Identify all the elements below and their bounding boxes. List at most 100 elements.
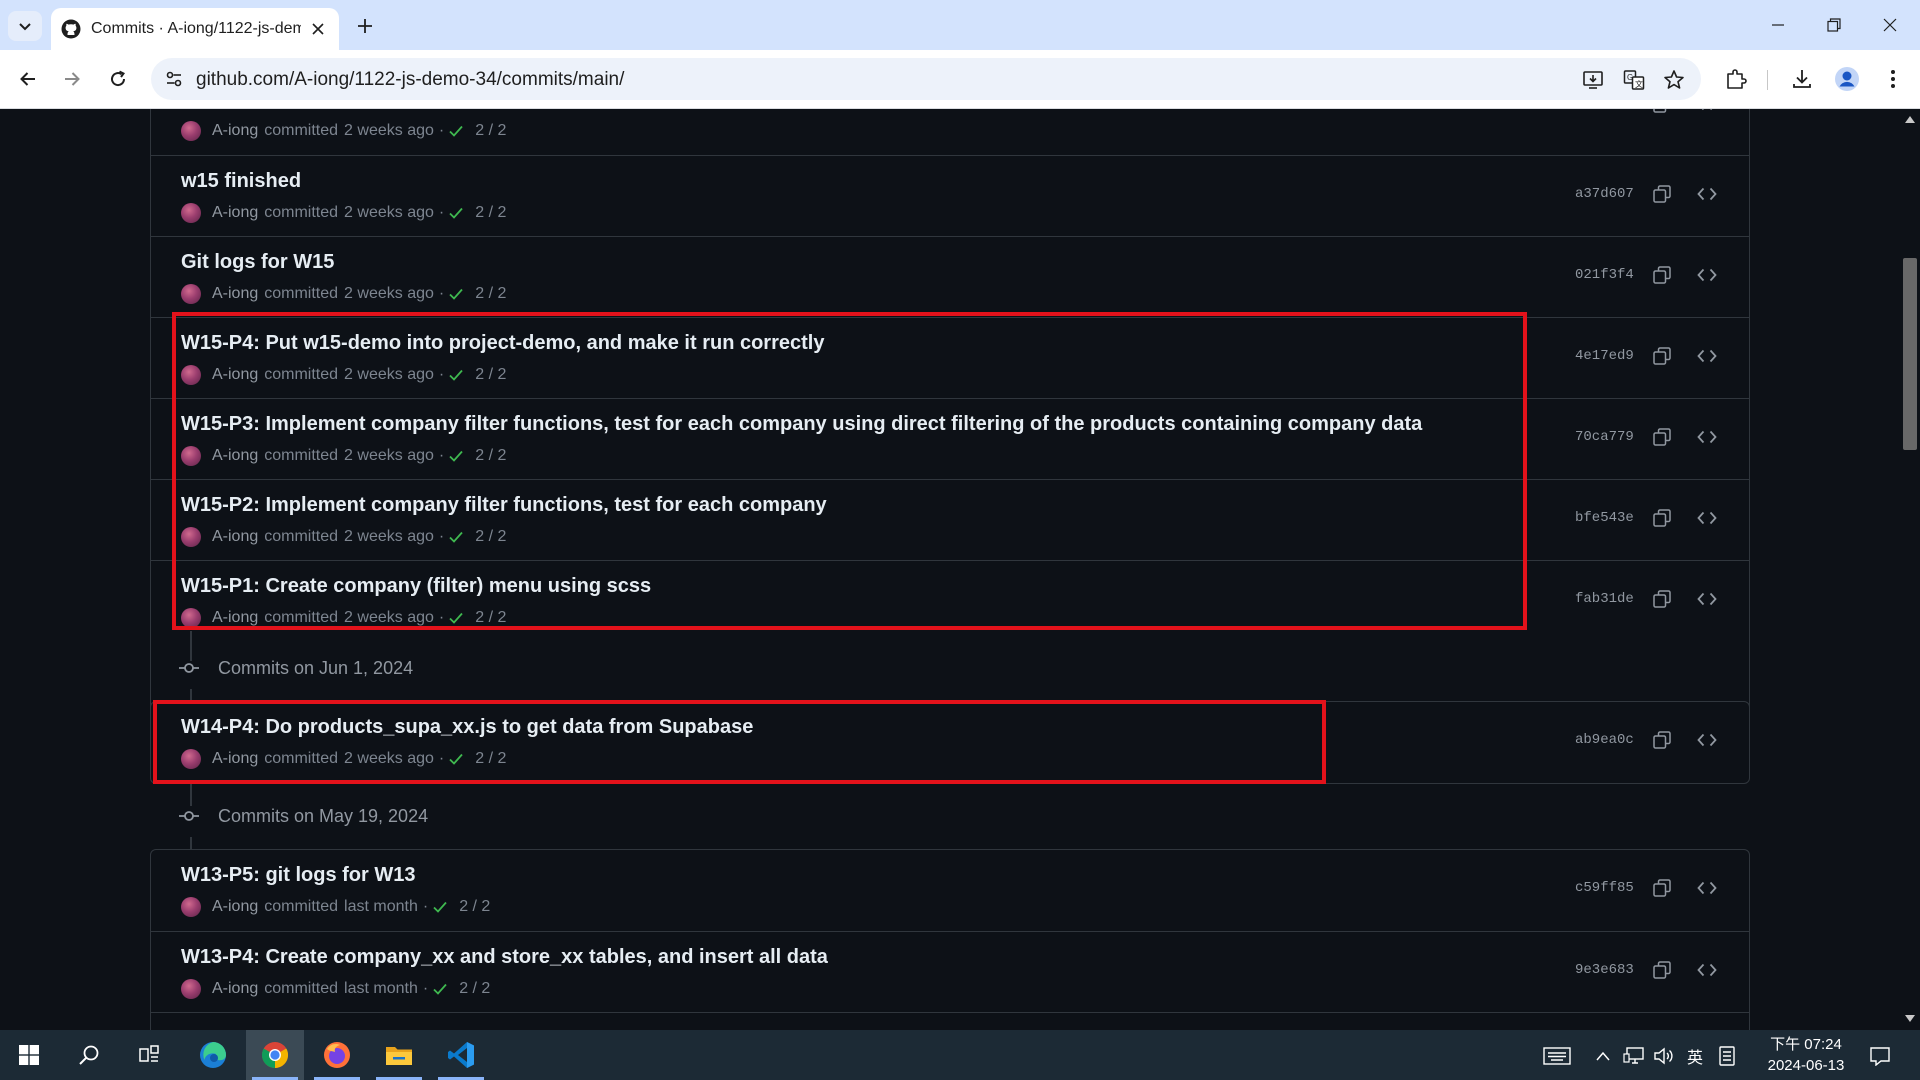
checks-count[interactable]: 2 / 2 (475, 750, 506, 768)
commit-title[interactable]: W15-P3: Implement company filter functio… (181, 413, 1422, 436)
checks-count[interactable]: 2 / 2 (475, 122, 506, 140)
check-icon[interactable] (447, 528, 465, 546)
copy-sha-icon[interactable] (1650, 506, 1674, 530)
ime-mode-icon[interactable] (1716, 1045, 1738, 1067)
checks-count[interactable]: 2 / 2 (475, 366, 506, 384)
copy-sha-icon[interactable] (1650, 728, 1674, 752)
browser-tab-active[interactable]: Commits · A-iong/1122-js-demo-34 (51, 8, 339, 50)
checks-count[interactable]: 2 / 2 (475, 204, 506, 222)
commit-sha[interactable]: c59ff85 (1575, 880, 1634, 896)
checks-count[interactable]: 2 / 2 (459, 898, 490, 916)
browse-code-icon[interactable] (1694, 344, 1720, 368)
taskbar-clock[interactable]: 下午 07:24 2024-06-13 (1758, 1034, 1854, 1076)
commit-author[interactable]: A-iong (212, 980, 258, 998)
taskbar-vscode[interactable] (432, 1030, 490, 1080)
commit-row[interactable]: W15-P2: Implement company filter functio… (151, 479, 1749, 560)
back-button[interactable] (13, 64, 43, 94)
check-icon[interactable] (447, 447, 465, 465)
commit-title[interactable]: W15-P4: Put w15-demo into project-demo, … (181, 332, 824, 355)
browse-code-icon[interactable] (1694, 182, 1720, 206)
checks-count[interactable]: 2 / 2 (475, 285, 506, 303)
avatar[interactable] (181, 979, 201, 999)
copy-sha-icon[interactable] (1650, 876, 1674, 900)
check-icon[interactable] (447, 122, 465, 140)
close-window-button[interactable] (1862, 0, 1918, 50)
downloads-button[interactable] (1789, 66, 1815, 92)
avatar[interactable] (181, 749, 201, 769)
commit-author[interactable]: A-iong (212, 609, 258, 627)
browse-code-icon[interactable] (1694, 506, 1720, 530)
copy-sha-icon[interactable] (1650, 263, 1674, 287)
checks-count[interactable]: 2 / 2 (475, 609, 506, 627)
scroll-up-arrow-icon[interactable] (1903, 112, 1917, 126)
avatar[interactable] (181, 203, 201, 223)
checks-count[interactable]: 2 / 2 (475, 528, 506, 546)
browse-code-icon[interactable] (1694, 109, 1720, 116)
minimize-button[interactable] (1750, 0, 1806, 50)
notification-center-icon[interactable] (1866, 1045, 1894, 1067)
commit-title[interactable]: W15-P2: Implement company filter functio… (181, 494, 827, 517)
browse-code-icon[interactable] (1694, 263, 1720, 287)
browse-code-icon[interactable] (1694, 425, 1720, 449)
restore-button[interactable] (1806, 0, 1862, 50)
keyboard-layout-icon[interactable] (1542, 1045, 1572, 1067)
commit-sha[interactable]: 9e3e683 (1575, 962, 1634, 978)
commit-row[interactable] (151, 1012, 1749, 1030)
avatar[interactable] (181, 897, 201, 917)
install-app-icon[interactable] (1581, 68, 1605, 92)
taskbar-edge[interactable] (184, 1030, 242, 1080)
copy-sha-icon[interactable] (1650, 958, 1674, 982)
taskbar-file-explorer[interactable] (370, 1030, 428, 1080)
commit-sha[interactable]: ab9ea0c (1575, 732, 1634, 748)
start-button[interactable] (0, 1030, 58, 1080)
reload-button[interactable] (103, 64, 133, 94)
check-icon[interactable] (431, 980, 449, 998)
commit-title[interactable]: W14-P4: Do products_supa_xx.js to get da… (181, 716, 753, 739)
commit-sha[interactable]: fab31de (1575, 591, 1634, 607)
volume-icon[interactable] (1652, 1045, 1676, 1067)
copy-sha-icon[interactable] (1650, 425, 1674, 449)
browse-code-icon[interactable] (1694, 587, 1720, 611)
browse-code-icon[interactable] (1694, 728, 1720, 752)
commit-author[interactable]: A-iong (212, 898, 258, 916)
commit-row[interactable]: W15-P1: Create company (filter) menu usi… (151, 560, 1749, 641)
bookmark-star-icon[interactable] (1662, 68, 1686, 92)
commit-title[interactable]: Git logs for W15 (181, 251, 334, 274)
check-icon[interactable] (447, 609, 465, 627)
ime-language-indicator[interactable]: 英 (1684, 1045, 1706, 1067)
commit-sha[interactable]: 021f3f4 (1575, 267, 1634, 283)
new-tab-button[interactable] (352, 13, 378, 39)
avatar[interactable] (181, 365, 201, 385)
check-icon[interactable] (447, 750, 465, 768)
tray-overflow-chevron-icon[interactable] (1592, 1045, 1614, 1067)
commit-author[interactable]: A-iong (212, 122, 258, 140)
page-scrollbar[interactable] (1900, 109, 1920, 1030)
translate-icon[interactable]: G文 (1622, 68, 1646, 92)
commit-author[interactable]: A-iong (212, 204, 258, 222)
copy-sha-icon[interactable] (1650, 344, 1674, 368)
avatar[interactable] (181, 284, 201, 304)
commit-title[interactable]: W15-P1: Create company (filter) menu usi… (181, 575, 651, 598)
commit-sha[interactable]: 4e17ed9 (1575, 348, 1634, 364)
commit-row[interactable]: Git logs for W15 A-iong committed 2 week… (151, 236, 1749, 317)
checks-count[interactable]: 2 / 2 (475, 447, 506, 465)
commit-author[interactable]: A-iong (212, 447, 258, 465)
url-text[interactable]: github.com/A-iong/1122-js-demo-34/commit… (196, 69, 624, 91)
commit-sha[interactable]: a37d607 (1575, 186, 1634, 202)
check-icon[interactable] (447, 366, 465, 384)
commit-sha[interactable]: b8a3b54 (1575, 109, 1634, 112)
commit-row[interactable]: W13-P5: git logs for W13 A-iong committe… (151, 850, 1749, 931)
address-bar[interactable]: github.com/A-iong/1122-js-demo-34/commit… (151, 58, 1701, 100)
commit-sha[interactable]: bfe543e (1575, 510, 1634, 526)
forward-button[interactable] (57, 64, 87, 94)
avatar[interactable] (181, 608, 201, 628)
check-icon[interactable] (431, 898, 449, 916)
browser-menu-button[interactable] (1880, 66, 1906, 92)
tab-close-icon[interactable] (307, 18, 329, 40)
commit-row[interactable]: A-iong committed 2 weeks ago · 2 / 2 b8a… (151, 109, 1749, 155)
commit-row[interactable]: w15 finished A-iong committed 2 weeks ag… (151, 155, 1749, 236)
browse-code-icon[interactable] (1694, 958, 1720, 982)
check-icon[interactable] (447, 204, 465, 222)
task-view-button[interactable] (120, 1030, 178, 1080)
commit-author[interactable]: A-iong (212, 528, 258, 546)
